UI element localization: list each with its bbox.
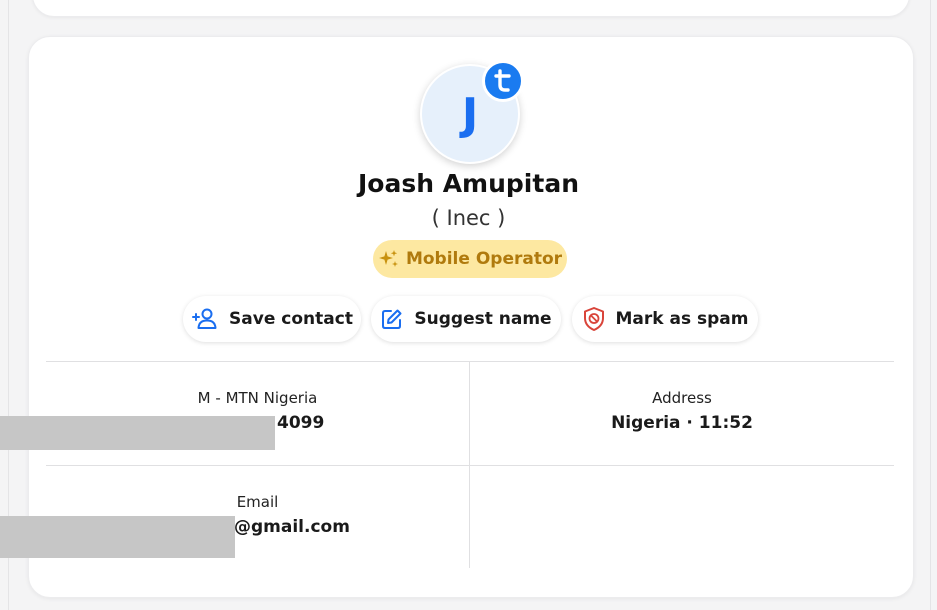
avatar-initial: J xyxy=(461,88,479,140)
mark-as-spam-label: Mark as spam xyxy=(615,309,749,329)
email-label: Email xyxy=(236,493,279,511)
spam-shield-icon xyxy=(583,307,604,331)
contact-subname: ( Inec ) xyxy=(431,206,506,230)
save-contact-button[interactable]: Save contact xyxy=(183,296,361,342)
category-tag-label: Mobile Operator xyxy=(405,249,563,269)
address-label: Address xyxy=(652,389,712,407)
suggest-name-label: Suggest name xyxy=(414,309,552,329)
divider xyxy=(46,361,894,362)
edit-icon xyxy=(382,309,402,329)
truecaller-logo-icon xyxy=(482,60,524,102)
mark-as-spam-button[interactable]: Mark as spam xyxy=(572,296,758,342)
category-tag: Mobile Operator xyxy=(373,240,567,278)
phone-label: M - MTN Nigeria xyxy=(197,389,318,407)
previous-card xyxy=(32,0,910,17)
divider xyxy=(46,465,894,466)
redaction-block xyxy=(0,516,235,558)
sparkle-icon xyxy=(378,250,398,267)
redaction-block xyxy=(0,416,275,450)
address-value: Nigeria · 11:52 xyxy=(611,413,753,433)
save-contact-label: Save contact xyxy=(229,309,353,329)
email-value[interactable]: @gmail.com xyxy=(234,517,350,537)
phone-number[interactable]: 4099 xyxy=(277,413,324,433)
suggest-name-button[interactable]: Suggest name xyxy=(371,296,561,342)
add-person-icon xyxy=(192,308,217,329)
contact-name: Joash Amupitan xyxy=(357,169,579,198)
scrollbar-track[interactable] xyxy=(930,0,931,610)
